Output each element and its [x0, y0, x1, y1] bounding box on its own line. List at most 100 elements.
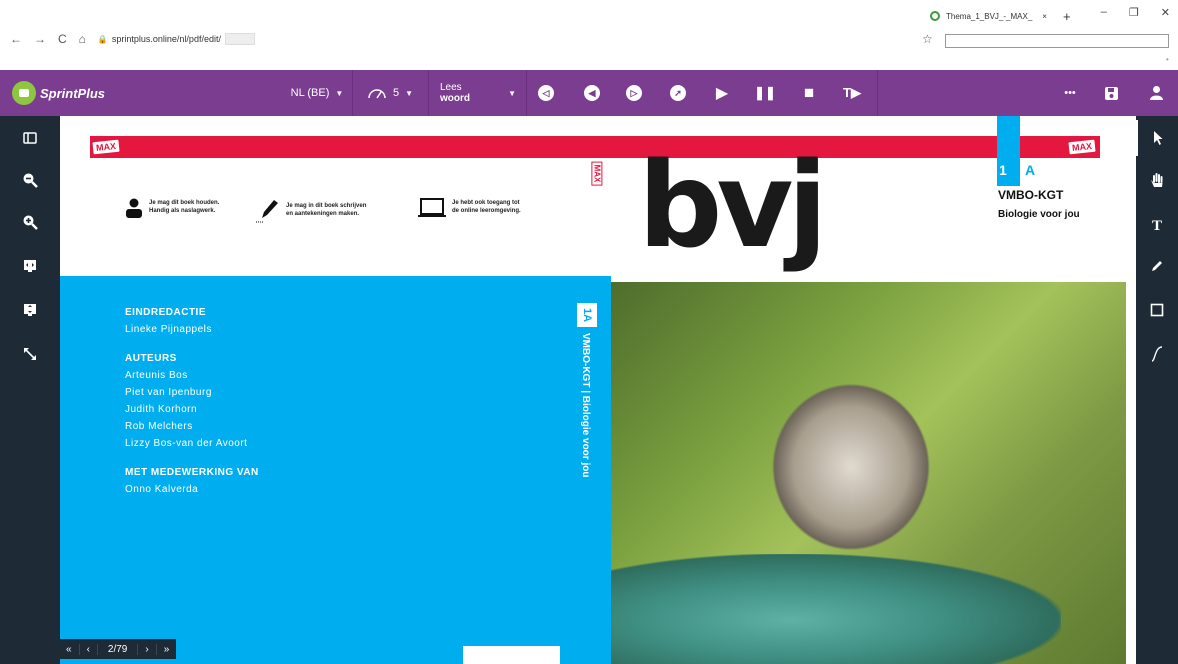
- prev-page-button[interactable]: ‹: [80, 643, 98, 655]
- read-mode-label: Lees woord: [440, 82, 470, 104]
- maximize-button[interactable]: ❐: [1129, 6, 1139, 19]
- contributor-name: Onno Kalverda: [125, 484, 199, 495]
- max-logo-left: MAX: [91, 138, 121, 156]
- page-bottom-strip: [463, 646, 560, 664]
- forward-button[interactable]: →: [34, 32, 46, 46]
- zoom-in-button[interactable]: [0, 204, 60, 240]
- tab-close-icon[interactable]: ×: [1042, 12, 1047, 21]
- hand-icon: [1151, 173, 1163, 187]
- last-page-button[interactable]: »: [157, 644, 177, 655]
- zoom-out-button[interactable]: [0, 162, 60, 198]
- contrib-heading: MET MEDEWERKING VAN: [125, 467, 259, 478]
- page-indicator[interactable]: 2/79: [98, 643, 139, 655]
- minimize-button[interactable]: –: [1101, 6, 1107, 19]
- point-and-read-button[interactable]: ➚: [664, 70, 692, 116]
- feature-2-line2: en aantekeningen maken.: [286, 211, 360, 217]
- feature-online-access: Je hebt ook toegang tot de online leeromg…: [418, 198, 521, 218]
- speedometer-icon: [368, 89, 386, 99]
- fit-page-button[interactable]: [0, 292, 60, 328]
- logo-icon: [12, 81, 36, 105]
- feature-write-book: Je mag in dit boek schrijven en aantekeni…: [256, 198, 366, 224]
- bookmark-star-icon[interactable]: ☆: [922, 32, 933, 46]
- select-tool-button[interactable]: [1136, 120, 1178, 156]
- stop-button[interactable]: ■: [795, 70, 823, 116]
- level-number: 1: [999, 162, 1007, 178]
- author-name: Judith Korhorn: [125, 404, 198, 415]
- author-name: Rob Melchers: [125, 421, 193, 432]
- editor-heading: EINDREDACTIE: [125, 307, 207, 318]
- user-button[interactable]: [1142, 70, 1170, 116]
- reload-button[interactable]: C: [58, 32, 67, 46]
- address-bar[interactable]: 🔒 sprintplus.online/nl/pdf/edit/: [98, 33, 255, 45]
- play-button[interactable]: ▶: [708, 70, 736, 116]
- curve-tool-button[interactable]: [1136, 336, 1178, 372]
- hand-tool-button[interactable]: [1136, 162, 1178, 198]
- chevron-down-icon: ▼: [405, 88, 414, 98]
- read-text-button[interactable]: T▶: [836, 70, 868, 116]
- browser-chrome: Thema_1_BVJ_-_MAX_ × + – ❐ ✕ ← → C ⌂ 🔒 s…: [0, 0, 1178, 70]
- curve-icon: [1151, 346, 1163, 362]
- chevron-down-icon: ▼: [335, 88, 344, 98]
- fit-width-button[interactable]: [0, 248, 60, 284]
- cover-photo: [611, 282, 1126, 664]
- panel-icon: [23, 132, 37, 144]
- extension-box[interactable]: [945, 34, 1169, 48]
- pointer-icon: ➚: [670, 85, 686, 101]
- fullscreen-button[interactable]: [0, 336, 60, 372]
- speed-select[interactable]: 5 ▼: [355, 70, 425, 116]
- browser-tab[interactable]: Thema_1_BVJ_-_MAX_ × +: [930, 6, 1071, 26]
- next-sentence-button[interactable]: ▷: [620, 70, 648, 116]
- expand-icon: [24, 348, 36, 360]
- frog-shape: [611, 554, 1061, 664]
- pencil-icon: [1152, 261, 1162, 271]
- right-sidebar: T: [1136, 116, 1178, 664]
- more-button[interactable]: •••: [1055, 70, 1085, 116]
- rectangle-icon: [1150, 303, 1164, 317]
- next-icon: ▷: [626, 85, 642, 101]
- save-button[interactable]: [1098, 70, 1124, 116]
- read-mode-line2: woord: [440, 93, 470, 104]
- cover-blue-area: EINDREDACTIE Lineke Pijnappels AUTEURS A…: [60, 276, 611, 664]
- home-button[interactable]: ⌂: [79, 32, 86, 46]
- window-close-button[interactable]: ✕: [1161, 6, 1170, 19]
- previous-icon: ◁: [538, 85, 554, 101]
- editor-name: Lineke Pijnappels: [125, 324, 212, 335]
- laptop-icon: [418, 198, 446, 217]
- back-button[interactable]: ←: [10, 32, 22, 46]
- url-text: sprintplus.online/nl/pdf/edit/: [111, 34, 221, 44]
- next-page-button[interactable]: ›: [138, 643, 157, 655]
- fit-width-icon: [24, 260, 36, 272]
- tab-title: Thema_1_BVJ_-_MAX_: [946, 11, 1033, 21]
- author-name: Arteunis Bos: [125, 370, 188, 381]
- credits-block: EINDREDACTIE Lineke Pijnappels AUTEURS A…: [125, 304, 259, 498]
- cover-red-bar: [90, 136, 1100, 158]
- cursor-icon: [1154, 131, 1163, 145]
- level-letter: A: [1025, 162, 1036, 178]
- read-mode-select[interactable]: Lees woord ▼: [432, 70, 524, 116]
- language-label: NL (BE): [290, 87, 330, 99]
- toggle-sidebar-button[interactable]: [0, 120, 60, 156]
- pen-tool-button[interactable]: [1136, 248, 1178, 284]
- app-logo: SprintPlus: [12, 81, 105, 105]
- feature-2-line1: Je mag in dit boek schrijven: [286, 203, 367, 210]
- pause-button[interactable]: ❚❚: [751, 70, 779, 116]
- spine-number: 1A: [577, 303, 597, 327]
- feature-3-line2: de online leeromgeving.: [452, 208, 521, 214]
- butterfly-shape: [761, 372, 941, 562]
- feature-3-line1: Je hebt ook toegang tot: [452, 200, 520, 207]
- text-tool-button[interactable]: T: [1136, 208, 1178, 244]
- rewind-button[interactable]: ◀: [578, 70, 606, 116]
- first-page-button[interactable]: «: [59, 643, 80, 655]
- previous-sentence-button[interactable]: ◁: [532, 70, 560, 116]
- cover-subtitle: Biologie voor jou: [998, 209, 1080, 220]
- pdf-page[interactable]: MAX MAX 1 A VMBO-KGT Biologie voor jou J…: [60, 116, 1136, 664]
- book-spine: 1A VMBO-KGT | Biologie voor jou: [577, 303, 597, 633]
- rewind-icon: ◀: [584, 85, 600, 101]
- left-sidebar: [0, 116, 60, 664]
- speed-value: 5: [392, 87, 400, 99]
- shape-tool-button[interactable]: [1136, 292, 1178, 328]
- chevron-down-icon: ▼: [508, 88, 516, 98]
- new-tab-button[interactable]: +: [1063, 9, 1071, 24]
- max-logo-vertical: MAX: [591, 161, 603, 186]
- language-select[interactable]: NL (BE) ▼: [282, 70, 352, 116]
